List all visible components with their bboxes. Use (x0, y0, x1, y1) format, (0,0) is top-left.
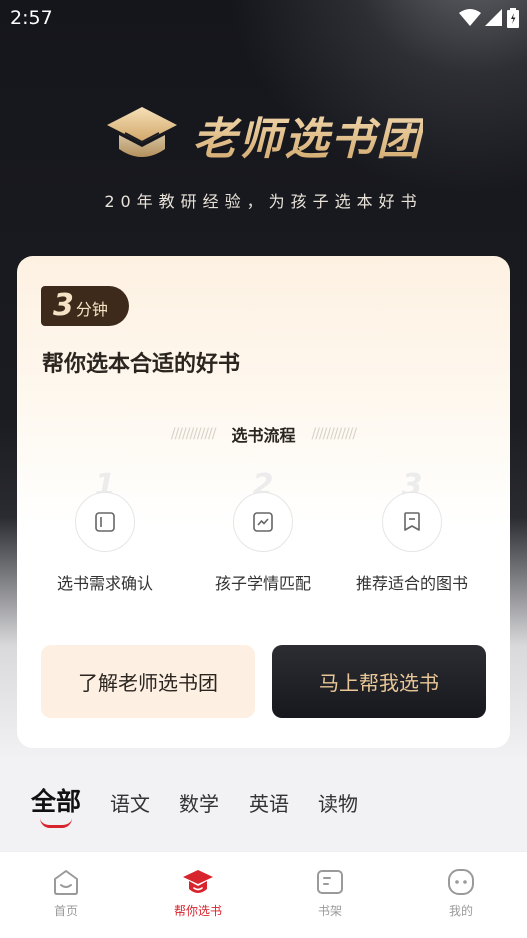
tab-reading[interactable]: 读物 (318, 788, 358, 817)
document-icon (95, 512, 115, 532)
tab-english[interactable]: 英语 (249, 788, 289, 817)
profile-icon (448, 869, 474, 895)
step-label: 孩子学情匹配 (214, 574, 311, 593)
battery-icon (507, 8, 519, 28)
bookmark-icon (404, 512, 420, 531)
graduation-cap-logo-icon (106, 107, 177, 157)
step-label: 选书需求确认 (56, 574, 153, 593)
brand-title: 老师选书团 (193, 103, 423, 167)
book-selection-card: 3 分钟 帮你选本合适的好书 //////////// 选书流程 ///////… (17, 256, 510, 748)
status-icons (459, 8, 519, 28)
duration-badge: 3 分钟 (41, 286, 129, 326)
brand-logo-row: 老师选书团 (0, 100, 527, 170)
nav-label: 我的 (448, 904, 473, 918)
nav-item-select-books[interactable]: 帮你选书 (153, 866, 243, 919)
badge-unit: 分钟 (75, 300, 108, 319)
step-icon-circle (75, 492, 135, 552)
badge-number: 3 (53, 288, 74, 323)
brand-subtitle: 20年教研经验，为孩子选本好书 (104, 192, 423, 211)
step-icon-circle (233, 492, 293, 552)
hatch-decoration-right: //////////// (311, 426, 358, 442)
step-3: 3 推荐适合的图书 (337, 468, 487, 598)
nav-label: 帮你选书 (173, 904, 222, 918)
card-title: 帮你选本合适的好书 (42, 351, 241, 377)
subject-tabs: 全部 语文 数学 英语 读物 (0, 770, 527, 840)
select-books-button[interactable]: 马上帮我选书 (272, 645, 486, 718)
bookshelf-icon (317, 870, 343, 894)
hatch-decoration-left: //////////// (170, 426, 217, 442)
tab-math[interactable]: 数学 (179, 788, 219, 817)
bottom-nav: 首页 帮你选书 书架 我的 (0, 851, 527, 938)
wifi-icon (459, 9, 481, 26)
flow-label: //////////// 选书流程 //////////// (17, 422, 510, 446)
step-1: 1 选书需求确认 (30, 468, 180, 598)
learn-more-button[interactable]: 了解老师选书团 (41, 645, 255, 718)
nav-item-bookshelf[interactable]: 书架 (285, 866, 375, 919)
step-icon-circle (382, 492, 442, 552)
home-icon (54, 870, 78, 895)
status-time: 2:57 (10, 7, 53, 29)
nav-item-home[interactable]: 首页 (21, 866, 111, 919)
step-label: 推荐适合的图书 (355, 574, 468, 593)
tab-chinese[interactable]: 语文 (110, 788, 150, 817)
status-bar: 2:57 (0, 0, 527, 36)
trend-chart-icon (253, 512, 273, 532)
nav-label: 书架 (317, 904, 342, 918)
flow-label-text: 选书流程 (231, 426, 296, 445)
nav-label: 首页 (53, 904, 78, 918)
graduation-cap-icon (183, 870, 213, 893)
signal-icon (485, 9, 502, 26)
step-2: 2 孩子学情匹配 (188, 468, 338, 598)
active-tab-indicator (40, 818, 72, 828)
nav-item-profile[interactable]: 我的 (416, 866, 506, 919)
tab-all[interactable]: 全部 (31, 782, 81, 818)
